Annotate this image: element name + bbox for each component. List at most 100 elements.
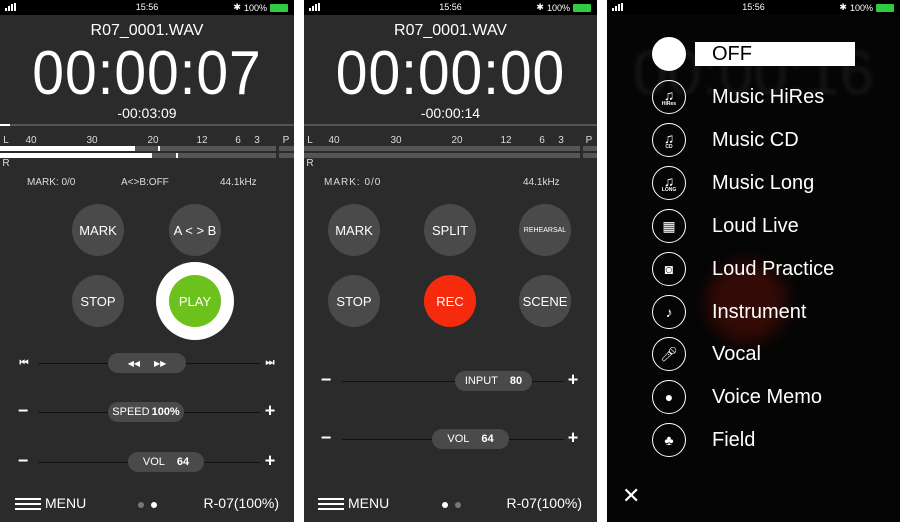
volume-value: 64 — [176, 456, 190, 468]
tree-icon: ♣ — [652, 423, 686, 457]
scene-item[interactable]: ♫ CD Music CD — [607, 120, 900, 160]
meter-tick: 3 — [254, 135, 260, 146]
input-slider-handle[interactable]: INPUT 80 — [455, 371, 532, 391]
scene-item-label: Music Long — [712, 172, 815, 194]
meter-right-level — [0, 153, 152, 158]
volume-plus-button[interactable]: + — [265, 451, 276, 472]
volume-slider-handle[interactable]: VOL 64 — [432, 429, 509, 449]
music-note-icon: ♫ LONG — [652, 166, 686, 200]
seek-control[interactable]: ◀◀ ▶▶ — [108, 353, 186, 373]
progress-line — [304, 124, 597, 126]
page-dot-1[interactable] — [138, 502, 144, 508]
menu-button[interactable]: MENU — [15, 495, 86, 511]
scene-button[interactable]: SCENE — [519, 275, 571, 327]
skip-next-icon[interactable]: ⏭ — [266, 358, 275, 369]
speed-value: 100% — [151, 406, 180, 418]
fast-forward-icon[interactable]: ▶▶ — [154, 359, 166, 368]
scene-item[interactable]: ◙ Loud Practice — [607, 249, 900, 289]
volume-slider-handle[interactable]: VOL 64 — [128, 452, 204, 472]
scene-item-label: Loud Live — [712, 215, 799, 237]
scene-item[interactable]: ♪ Instrument — [607, 292, 900, 332]
meter-label-r: R — [2, 158, 10, 169]
scene-item-label: Music CD — [712, 129, 799, 151]
speed-plus-button[interactable]: + — [265, 401, 276, 422]
scene-icon-sublabel: LONG — [661, 186, 677, 193]
meter-label-r: R — [306, 158, 314, 169]
rehearsal-button[interactable]: REHEARSAL — [519, 204, 571, 256]
status-bar: 15:56 ✱ 100% — [304, 0, 597, 15]
scene-icon-sublabel: HiRes — [661, 100, 677, 107]
volume-label: VOL — [447, 433, 470, 445]
split-button[interactable]: SPLIT — [424, 204, 476, 256]
meter-label-l: L — [307, 135, 313, 146]
menu-label: MENU — [348, 495, 390, 511]
record-button[interactable]: REC — [424, 275, 476, 327]
scene-menu-screen: 15:56 ✱ 100% 00:00:16 OFF ♫ HiRes Music HiRe… — [607, 0, 900, 522]
volume-plus-button[interactable]: + — [568, 428, 579, 449]
status-bar: 15:56 ✱ 100% — [0, 0, 294, 15]
scene-item[interactable]: ▦ Loud Live — [607, 206, 900, 246]
speed-slider-handle[interactable]: SPEED 100% — [108, 402, 184, 422]
volume-minus-button[interactable]: − — [18, 451, 29, 472]
menu-button[interactable]: MENU — [318, 495, 389, 511]
battery-percent: 100% — [243, 2, 267, 13]
remaining-time: -00:00:14 — [420, 105, 481, 121]
scene-item[interactable]: ● Voice Memo — [607, 377, 900, 417]
mark-count: MARK: 0/0 — [27, 177, 76, 188]
speaker-icon: ◙ — [652, 252, 686, 286]
mark-button[interactable]: MARK — [328, 204, 380, 256]
meter-right-bar — [304, 153, 580, 158]
scene-item[interactable]: ♫ HiRes Music HiRes — [607, 77, 900, 117]
meter-tick: 12 — [500, 135, 512, 146]
battery-icon — [573, 3, 591, 12]
menu-label: MENU — [45, 495, 87, 511]
meter-tick: 20 — [147, 135, 159, 146]
remaining-time: -00:03:09 — [117, 105, 177, 121]
page-dot-2[interactable] — [151, 502, 157, 508]
skip-previous-icon[interactable]: ⏮ — [20, 358, 29, 369]
meter-left-bar — [304, 146, 580, 151]
music-note-icon: ♫ HiRes — [652, 80, 686, 114]
page-dot-1[interactable] — [442, 502, 448, 508]
meter-tick: 40 — [25, 135, 37, 146]
scene-item-label: Field — [712, 429, 756, 451]
scene-item-label: Voice Memo — [712, 386, 823, 408]
mark-count: MARK: 0/0 — [324, 177, 382, 188]
page-dot-2[interactable] — [455, 502, 461, 508]
sample-rate: 44.1kHz — [220, 177, 257, 188]
mark-button[interactable]: MARK — [72, 204, 124, 256]
battery-percent: 100% — [546, 2, 570, 13]
meter-left-peak — [158, 146, 160, 151]
play-button[interactable]: PLAY — [169, 275, 221, 327]
input-plus-button[interactable]: + — [568, 370, 579, 391]
meter-tick: 12 — [196, 135, 208, 146]
scene-item[interactable]: 🎤︎ Vocal — [607, 334, 900, 374]
scene-item[interactable]: ♫ LONG Music Long — [607, 163, 900, 203]
input-minus-button[interactable]: − — [321, 370, 332, 391]
playback-progress[interactable] — [0, 124, 294, 126]
rewind-icon[interactable]: ◀◀ — [128, 359, 140, 368]
microphone-icon: 🎤︎ — [652, 337, 686, 371]
ab-status: A<>B:OFF — [121, 177, 169, 188]
hamburger-icon — [318, 498, 344, 511]
speed-minus-button[interactable]: − — [18, 401, 29, 422]
stop-button[interactable]: STOP — [72, 275, 124, 327]
volume-minus-button[interactable]: − — [321, 428, 332, 449]
meter-tick: 20 — [451, 135, 463, 146]
guitar-icon: ♪ — [652, 295, 686, 329]
meter-right-peak — [176, 153, 178, 158]
scene-item-label: OFF — [695, 42, 855, 66]
speed-label: SPEED — [112, 406, 150, 418]
meter-tick: 40 — [328, 135, 340, 146]
meter-label-l: L — [3, 135, 9, 146]
device-status: R-07(100%) — [203, 495, 279, 511]
scene-item[interactable]: ♣ Field — [607, 420, 900, 460]
stop-button[interactable]: STOP — [328, 275, 380, 327]
battery-percent: 100% — [849, 2, 873, 13]
sample-rate: 44.1kHz — [523, 177, 560, 188]
scene-item[interactable]: OFF — [607, 34, 900, 74]
close-icon[interactable]: ✕ — [622, 483, 640, 509]
scene-item-label: Loud Practice — [712, 258, 835, 280]
scene-item-label: Music HiRes — [712, 86, 825, 108]
ab-repeat-button[interactable]: A < > B — [169, 204, 221, 256]
